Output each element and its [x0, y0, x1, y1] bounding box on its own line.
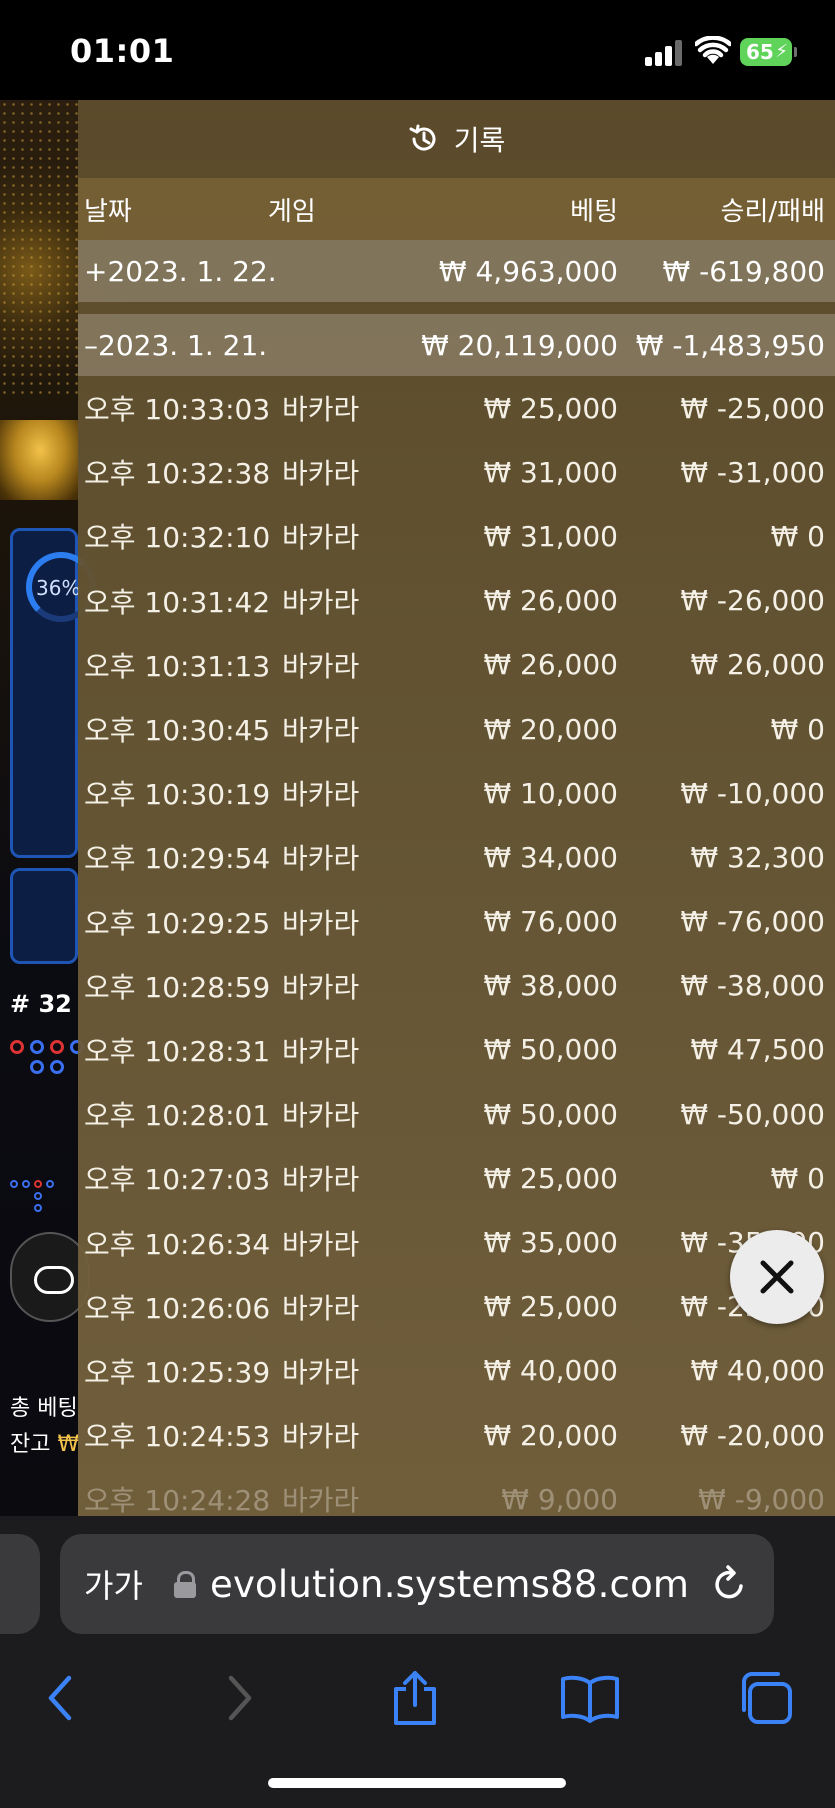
history-row[interactable]: 오후 10:32:10 바카라 ₩ 31,000 ₩ 0 — [78, 504, 835, 568]
reload-icon[interactable] — [710, 1564, 750, 1604]
col-win-loss: 승리/패배 — [720, 196, 825, 227]
day-row-expanded[interactable]: –2023. 1. 21. ₩ 20,119,000 ₩ -1,483,950 — [78, 314, 835, 376]
history-row[interactable]: 오후 10:24:28 바카라 ₩ 9,000 ₩ -9,000 — [78, 1467, 835, 1516]
status-bar: 01:01 65 ⚡ — [0, 0, 835, 100]
day-bet-total: ₩ 20,119,000 — [421, 328, 618, 362]
progress-percent: 36% — [36, 576, 81, 600]
day-date: +2023. 1. 22. — [84, 254, 277, 288]
battery-indicator: 65 ⚡ — [740, 38, 797, 66]
history-row[interactable]: 오후 10:30:19 바카라 ₩ 10,000 ₩ -10,000 — [78, 761, 835, 825]
cellular-signal-icon — [645, 40, 683, 66]
share-button[interactable] — [385, 1668, 445, 1728]
day-bet-total: ₩ 4,963,000 — [438, 254, 618, 288]
history-row[interactable]: 오후 10:33:03 바카라 ₩ 25,000 ₩ -25,000 — [78, 376, 835, 440]
history-row[interactable]: 오후 10:24:53 바카라 ₩ 20,000 ₩ -20,000 — [78, 1403, 835, 1467]
history-row[interactable]: 오후 10:28:59 바카라 ₩ 38,000 ₩ -38,000 — [78, 954, 835, 1018]
status-time: 01:01 — [70, 32, 175, 70]
bookmarks-icon — [561, 1675, 619, 1723]
history-row[interactable]: 오후 10:29:54 바카라 ₩ 34,000 ₩ 32,300 — [78, 825, 835, 889]
wifi-icon — [695, 36, 731, 64]
side-bet-spot[interactable] — [10, 868, 78, 964]
gold-bars-image — [0, 420, 78, 500]
history-row[interactable]: 오후 10:29:25 바카라 ₩ 76,000 ₩ -76,000 — [78, 890, 835, 954]
history-title: 기록 — [453, 124, 506, 157]
history-row[interactable]: 오후 10:28:01 바카라 ₩ 50,000 ₩ -50,000 — [78, 1082, 835, 1146]
chip-icon — [34, 1266, 74, 1294]
round-number: # 32 — [10, 990, 72, 1018]
history-row[interactable]: 오후 10:26:06바카라₩ 25,000₩ -25,000 — [78, 1275, 835, 1339]
bottom-toolbar — [0, 1648, 835, 1758]
day-date: –2023. 1. 21. — [84, 328, 268, 362]
battery-level: 65 — [746, 40, 774, 64]
lock-icon — [174, 1571, 196, 1598]
history-row[interactable]: 오후 10:25:39 바카라 ₩ 40,000 ₩ 40,000 — [78, 1339, 835, 1403]
browser-chrome: 가가 evolution.systems88.com — [0, 1516, 835, 1808]
history-panel: 기록 날짜 게임 베팅 승리/패배 +2023. 1. 22. ₩ 4,963,… — [78, 100, 835, 1516]
text-size-button[interactable]: 가가 — [84, 1561, 164, 1607]
previous-tab-pill[interactable] — [0, 1534, 40, 1634]
col-date: 날짜 — [84, 196, 132, 227]
total-bet-label: 총 베팅 — [10, 1396, 78, 1421]
col-bet: 베팅 — [570, 196, 618, 227]
balance-value: ₩ — [57, 1432, 80, 1457]
forward-chevron-icon — [228, 1675, 252, 1721]
col-game: 게임 — [268, 196, 316, 227]
bookmarks-button[interactable] — [560, 1668, 620, 1728]
balance-label: 잔고 — [10, 1432, 51, 1457]
day-win-loss-total: ₩ -619,800 — [662, 254, 825, 288]
history-row[interactable]: 오후 10:31:13 바카라 ₩ 26,000 ₩ 26,000 — [78, 633, 835, 697]
tabs-icon — [742, 1672, 792, 1724]
back-button[interactable] — [30, 1668, 90, 1728]
history-column-headers: 날짜 게임 베팅 승리/패배 — [78, 178, 835, 240]
history-row[interactable]: 오후 10:28:31 바카라 ₩ 50,000 ₩ 47,500 — [78, 1018, 835, 1082]
collapse-toggle-icon: – — [84, 328, 98, 362]
forward-button[interactable] — [210, 1668, 270, 1728]
share-icon — [394, 1671, 436, 1725]
history-row[interactable]: 오후 10:27:03 바카라 ₩ 25,000 ₩ 0 — [78, 1146, 835, 1210]
history-row[interactable]: 오후 10:30:45 바카라 ₩ 20,000 ₩ 0 — [78, 697, 835, 761]
total-bet-line: 총 베팅 — [10, 1390, 78, 1422]
close-icon — [760, 1260, 794, 1294]
history-row[interactable]: 오후 10:32:38 바카라 ₩ 31,000 ₩ -31,000 — [78, 440, 835, 504]
back-chevron-icon — [48, 1675, 72, 1721]
history-row[interactable]: 오후 10:26:34바카라₩ 35,000₩ -35,000 — [78, 1210, 835, 1274]
history-clock-icon — [409, 124, 436, 151]
history-header: 기록 — [78, 100, 835, 178]
close-button[interactable] — [730, 1230, 824, 1324]
day-row-collapsed[interactable]: +2023. 1. 22. ₩ 4,963,000 ₩ -619,800 — [78, 240, 835, 302]
expand-toggle-icon: + — [84, 254, 108, 288]
address-bar[interactable]: 가가 evolution.systems88.com — [60, 1534, 774, 1634]
tabs-button[interactable] — [735, 1668, 795, 1728]
balance-line: 잔고 ₩ — [10, 1426, 79, 1458]
history-rows: 오후 10:33:03 바카라 ₩ 25,000 ₩ -25,000 오후 10:32… — [78, 376, 835, 1516]
history-row[interactable]: 오후 10:31:42 바카라 ₩ 26,000 ₩ -26,000 — [78, 569, 835, 633]
url-text[interactable]: evolution.systems88.com — [210, 1563, 689, 1606]
sparkle-decoration — [0, 100, 78, 400]
day-win-loss-total: ₩ -1,483,950 — [635, 328, 825, 362]
charging-bolt-icon: ⚡ — [775, 41, 788, 62]
home-indicator — [268, 1778, 566, 1788]
